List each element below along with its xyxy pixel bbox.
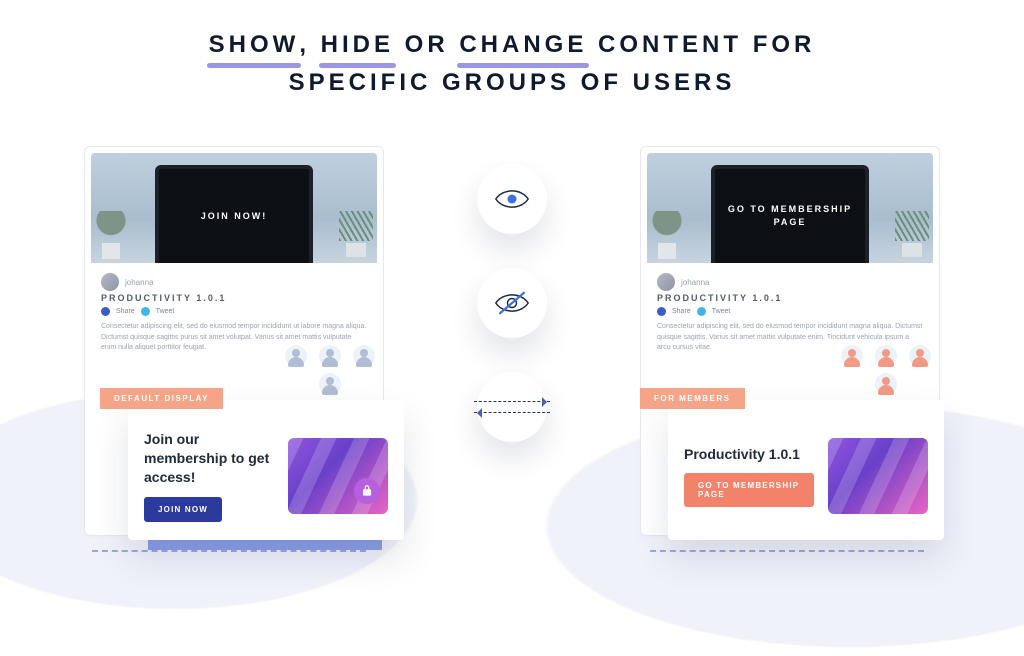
show-mode	[477, 164, 547, 234]
twitter-icon[interactable]	[697, 307, 706, 316]
go-to-membership-button[interactable]: GO TO MEMBERSHIP PAGE	[684, 473, 814, 507]
facebook-icon[interactable]	[657, 307, 666, 316]
hero-banner: GO TO MEMBERSHIP PAGE	[647, 153, 933, 263]
hide-mode	[477, 268, 547, 338]
mode-icons-column	[477, 164, 547, 442]
post-title: PRODUCTIVITY 1.0.1	[91, 293, 377, 303]
twitter-icon[interactable]	[141, 307, 150, 316]
person-icon	[875, 373, 897, 395]
join-now-button[interactable]: JOIN NOW	[144, 497, 222, 522]
callout-tag: DEFAULT DISPLAY	[100, 388, 223, 409]
lock-icon	[354, 478, 380, 504]
audience-icons	[285, 345, 377, 395]
content-thumbnail	[828, 438, 928, 514]
author-avatar	[657, 273, 675, 291]
person-icon	[875, 345, 897, 367]
callout-title: Join our membership to get access!	[144, 430, 274, 487]
author-name: johanna	[125, 278, 153, 287]
author-avatar	[101, 273, 119, 291]
callout-tag: FOR MEMBERS	[640, 388, 745, 409]
share-row: Share Tweet	[647, 303, 933, 322]
laptop-screen-text: GO TO MEMBERSHIP PAGE	[711, 165, 869, 263]
callout-default: DEFAULT DISPLAY Join our membership to g…	[128, 400, 404, 540]
person-icon	[319, 345, 341, 367]
person-icon	[319, 373, 341, 395]
arrow-left-icon	[474, 412, 550, 413]
hero-banner: JOIN NOW!	[91, 153, 377, 263]
callout-members: FOR MEMBERS Productivity 1.0.1 GO TO MEM…	[668, 400, 944, 540]
callout-title: Productivity 1.0.1	[684, 445, 814, 464]
eye-icon	[494, 185, 530, 213]
locked-thumbnail	[288, 438, 388, 514]
post-title: PRODUCTIVITY 1.0.1	[647, 293, 933, 303]
person-icon	[841, 345, 863, 367]
arrow-right-icon	[474, 401, 550, 402]
person-icon	[909, 345, 931, 367]
laptop-screen-text: JOIN NOW!	[155, 165, 313, 263]
facebook-icon[interactable]	[101, 307, 110, 316]
swap-arrows-icon	[474, 379, 550, 435]
author-name: johanna	[681, 278, 709, 287]
share-row: Share Tweet	[91, 303, 377, 322]
eye-off-icon	[494, 289, 530, 317]
dashed-underline	[650, 550, 924, 552]
dashed-underline	[92, 550, 366, 552]
swap-mode	[477, 372, 547, 442]
person-icon	[285, 345, 307, 367]
audience-icons	[841, 345, 933, 395]
person-icon	[353, 345, 375, 367]
